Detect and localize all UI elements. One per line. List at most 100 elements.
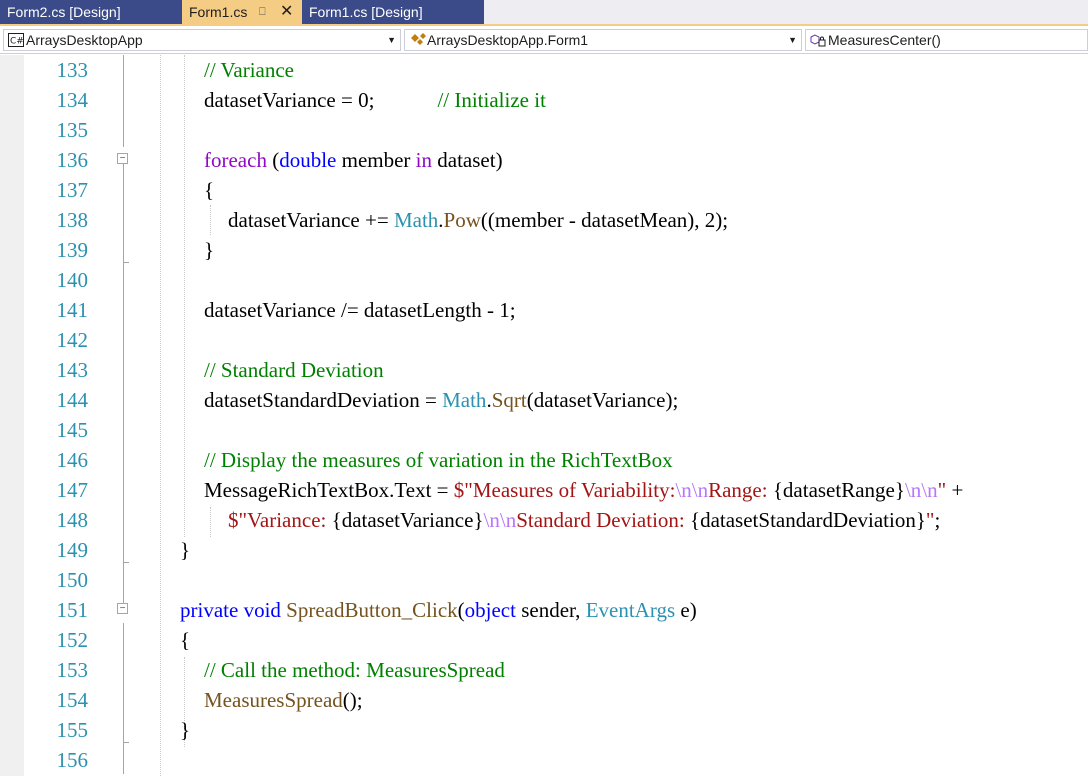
code-line[interactable]: // Display the measures of variation in … — [204, 445, 673, 475]
code-token: $"Variance: — [228, 508, 332, 532]
code-token: Math — [442, 388, 487, 412]
line-number: 137 — [56, 178, 89, 202]
pin-icon[interactable]: ⎕ — [259, 0, 266, 24]
code-token: datasetVariance /= datasetLength - 1; — [204, 298, 516, 322]
line-number: 147 — [56, 478, 89, 502]
selection-margin[interactable] — [0, 55, 24, 776]
code-token: { — [180, 628, 191, 652]
code-token: // Variance — [204, 58, 294, 82]
indent-guide — [160, 55, 161, 776]
code-token: {datasetStandardDeviation} — [690, 508, 926, 532]
csharp-project-icon: C# — [8, 33, 24, 47]
code-line[interactable]: } — [204, 235, 214, 265]
outline-line — [123, 163, 124, 605]
member-dropdown[interactable]: MeasuresCenter() — [805, 29, 1088, 51]
code-token: + — [946, 478, 964, 502]
code-line[interactable]: // Call the method: MeasuresSpread — [204, 655, 505, 685]
outline-line — [123, 623, 124, 774]
line-number: 152 — [56, 628, 89, 652]
code-line[interactable]: MessageRichTextBox.Text = $"Measures of … — [204, 475, 963, 505]
indent-guide — [184, 55, 185, 537]
code-token: MessageRichTextBox.Text = — [204, 478, 454, 502]
line-number: 145 — [56, 418, 89, 442]
outline-end-tick — [123, 262, 129, 263]
code-token: } — [204, 238, 215, 262]
code-token: private — [180, 598, 239, 622]
line-number: 150 — [56, 568, 89, 592]
code-line[interactable]: datasetVariance /= datasetLength - 1; — [204, 295, 516, 325]
project-label: ArraysDesktopApp — [26, 32, 143, 48]
code-token: Standard Deviation: — [516, 508, 690, 532]
code-token: " — [925, 508, 935, 532]
code-token: Range: — [708, 478, 773, 502]
tab-label: Form2.cs [Design] — [7, 4, 121, 20]
code-token: double — [279, 148, 337, 172]
code-line[interactable]: // Standard Deviation — [204, 355, 384, 385]
project-dropdown[interactable]: C# ArraysDesktopApp ▼ — [3, 29, 401, 51]
code-token: sender, — [515, 598, 586, 622]
code-token: $"Measures of Variability: — [453, 478, 676, 502]
line-number: 134 — [56, 88, 89, 112]
line-number: 148 — [56, 508, 89, 532]
code-token: datasetStandardDeviation = — [204, 388, 443, 412]
code-token: MeasuresSpread — [204, 688, 343, 712]
code-token: in — [415, 148, 433, 172]
collapse-icon[interactable]: − — [117, 603, 128, 614]
document-tab-strip: Form2.cs [Design] Form1.cs ⎕ ✕ Form1.cs … — [0, 0, 1088, 26]
code-token: {datasetVariance} — [331, 508, 484, 532]
code-line[interactable]: { — [204, 175, 214, 205]
tab-form2-design[interactable]: Form2.cs [Design] — [0, 0, 182, 24]
code-line[interactable]: private void SpreadButton_Click(object s… — [180, 595, 697, 625]
navigation-bar: C# ArraysDesktopApp ▼ ArraysDesktopApp.F… — [0, 26, 1088, 54]
line-number: 154 — [56, 688, 89, 712]
code-token: void — [243, 598, 281, 622]
code-line[interactable]: // Variance — [204, 55, 294, 85]
code-token: " — [937, 478, 947, 502]
tab-label: Form1.cs [Design] — [309, 4, 423, 20]
code-token: SpreadButton_Click — [286, 598, 458, 622]
code-line[interactable]: MeasuresSpread(); — [204, 685, 363, 715]
code-token: // Display the measures of variation in … — [204, 448, 673, 472]
code-token: {datasetRange} — [772, 478, 905, 502]
code-line[interactable]: datasetVariance += Math.Pow((member - da… — [228, 205, 728, 235]
code-token: EventArgs — [585, 598, 676, 622]
code-token: member — [336, 148, 416, 172]
line-number: 142 — [56, 328, 89, 352]
code-line[interactable]: } — [180, 715, 190, 745]
svg-text:C#: C# — [10, 37, 24, 47]
type-dropdown[interactable]: ArraysDesktopApp.Form1 ▼ — [404, 29, 802, 51]
line-number: 156 — [56, 748, 89, 772]
code-token: // Call the method: MeasuresSpread — [204, 658, 505, 682]
line-number: 140 — [56, 268, 89, 292]
class-icon — [411, 33, 426, 45]
code-line[interactable]: datasetVariance = 0; // Initialize it — [204, 85, 546, 115]
tab-form1-cs[interactable]: Form1.cs ⎕ ✕ — [182, 0, 302, 24]
code-token: foreach — [204, 148, 267, 172]
code-line[interactable]: foreach (double member in dataset) — [204, 145, 503, 175]
code-line[interactable]: { — [180, 625, 190, 655]
code-token: dataset) — [432, 148, 503, 172]
code-token: Pow — [443, 208, 481, 232]
close-icon[interactable]: ✕ — [280, 0, 293, 24]
code-line[interactable]: datasetStandardDeviation = Math.Sqrt(dat… — [204, 385, 678, 415]
line-number: 151 — [56, 598, 89, 622]
code-token: // Initialize it — [437, 88, 546, 112]
code-token: ( — [266, 148, 280, 172]
collapse-icon[interactable]: − — [117, 153, 128, 164]
code-line[interactable]: $"Variance: {datasetVariance}\n\nStandar… — [228, 505, 940, 535]
code-token: // Standard Deviation — [204, 358, 384, 382]
line-number: 143 — [56, 358, 89, 382]
code-line[interactable]: } — [180, 535, 190, 565]
code-token: { — [204, 178, 215, 202]
code-editor[interactable]: 133 134 135 136 137 138 139 140 141 142 143 144 145 1… — [0, 55, 1088, 776]
tab-form1-design[interactable]: Form1.cs [Design] — [302, 0, 484, 24]
indent-guide — [210, 205, 211, 235]
code-token: ; — [934, 508, 941, 532]
line-number: 144 — [56, 388, 89, 412]
outline-line — [123, 55, 124, 147]
line-number: 149 — [56, 538, 89, 562]
outline-end-tick — [123, 742, 129, 743]
code-token: datasetVariance = 0; — [204, 88, 438, 112]
code-token: e) — [675, 598, 697, 622]
line-number: 155 — [56, 718, 89, 742]
